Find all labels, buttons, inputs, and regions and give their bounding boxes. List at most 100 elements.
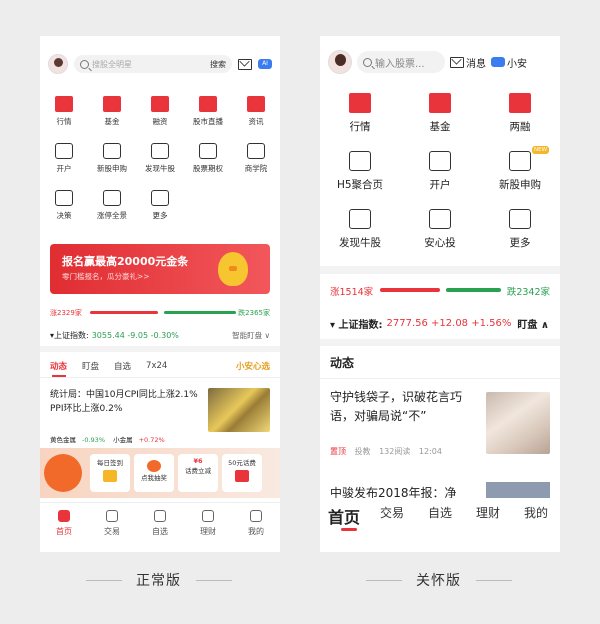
grid-item[interactable]: 发现牛股 xyxy=(136,139,184,186)
tab-dynamics[interactable]: 动态 xyxy=(50,360,67,377)
caption-rule xyxy=(86,580,122,581)
tab-wealth[interactable]: 理财 xyxy=(184,503,232,552)
grid-item[interactable]: 开户 xyxy=(400,146,480,204)
finance-icon xyxy=(151,96,169,112)
tab-label: 首页 xyxy=(327,508,360,527)
caption-rule xyxy=(196,580,232,581)
grid-item[interactable]: 商学院 xyxy=(232,139,280,186)
grid-item[interactable]: 基金 xyxy=(88,92,136,139)
h5-icon xyxy=(349,151,371,171)
tab-trade[interactable]: 交易 xyxy=(88,503,136,552)
smart-watch-toggle[interactable]: 智能盯盘 ∨ xyxy=(232,330,270,341)
ai-assistant-icon[interactable]: AI xyxy=(258,59,272,69)
search-button[interactable]: 搜索 xyxy=(210,59,226,70)
trade-icon xyxy=(106,510,118,522)
tab-label: 我的 xyxy=(523,506,548,520)
watch-toggle[interactable]: 盯盘 ∧ xyxy=(517,316,549,331)
care-version-screen: 输入股票... 消息 小安 行情 基金 两融 H5聚合页 开户 新股申购 NEW 发现牛股 安心… xyxy=(320,36,560,552)
news-item[interactable]: 统计局：中国10月CPI同比上涨2.1% PPI环比上涨0.2% 黄色金属 -0.… xyxy=(50,388,270,448)
discover-icon xyxy=(349,209,371,229)
tab-trade[interactable]: 交易 xyxy=(368,504,416,521)
grid-item[interactable]: 基金 xyxy=(400,88,480,146)
index-ticker[interactable]: ▾ 上证指数: 2777.56 +12.08 +1.56% 盯盘 ∧ xyxy=(320,308,560,346)
bill-coupon-card[interactable]: 50元话费 xyxy=(222,454,262,492)
mail-icon[interactable] xyxy=(238,58,252,70)
news-icon xyxy=(247,96,265,112)
avatar[interactable] xyxy=(328,50,352,74)
tab-picks[interactable]: 小安心选 xyxy=(236,360,270,372)
tab-label: 自选 xyxy=(152,527,168,536)
grid-item[interactable]: 资讯 xyxy=(232,92,280,139)
tab-watchlist[interactable]: 自选 xyxy=(416,504,464,521)
grid-item[interactable]: 更多 xyxy=(136,186,184,233)
open-account-icon xyxy=(429,151,451,171)
hands-image xyxy=(486,392,550,454)
grid-item-label: 商学院 xyxy=(244,164,268,173)
tab-7x24[interactable]: 7x24 xyxy=(146,361,167,371)
search-input[interactable]: 搜股全明星 搜索 xyxy=(74,55,232,73)
ipo-icon xyxy=(509,151,531,171)
lottery-card[interactable]: 点我抽奖 xyxy=(134,454,174,492)
tag-change: -0.93% xyxy=(82,436,105,444)
grid-item[interactable]: 安心投 xyxy=(400,204,480,262)
normal-caption: 正常版 xyxy=(136,573,181,589)
ipo-icon xyxy=(103,143,121,159)
grid-item[interactable]: 行情 xyxy=(40,92,88,139)
tab-watch[interactable]: 盯盘 xyxy=(82,360,99,372)
grid-item-label: 基金 xyxy=(104,117,120,126)
grid-item-label: 融资 xyxy=(152,117,168,126)
tab-wealth[interactable]: 理财 xyxy=(464,504,512,521)
grid-item[interactable]: 决策 xyxy=(40,186,88,233)
index-label: ▾上证指数: xyxy=(50,330,89,340)
avatar[interactable] xyxy=(48,54,68,74)
grid-item-label: 开户 xyxy=(56,164,72,173)
index-ticker[interactable]: ▾上证指数: 3055.44 -9.05 -0.30% 智能盯盘 ∨ xyxy=(40,324,280,352)
grid-item[interactable]: H5聚合页 xyxy=(320,146,400,204)
grid-item[interactable]: 更多 xyxy=(480,204,560,262)
grid-item[interactable]: 涨停全景 xyxy=(88,186,136,233)
tab-home[interactable]: 首页 xyxy=(320,504,368,531)
grid-item[interactable]: 开户 xyxy=(40,139,88,186)
tab-watchlist[interactable]: 自选 xyxy=(114,360,131,372)
news-tags: 黄色金属 -0.93% 小金属 +0.72% xyxy=(50,434,171,444)
tab-me[interactable]: 我的 xyxy=(232,503,280,552)
academy-icon xyxy=(247,143,265,159)
assistant-label: 小安 xyxy=(507,58,527,70)
grid-item[interactable]: 发现牛股 xyxy=(320,204,400,262)
index-value: 2777.56 +12.08 +1.56% xyxy=(386,318,512,329)
tab-label: 自选 xyxy=(427,506,452,520)
decliners-count: 跌2365家 xyxy=(238,309,270,317)
chick-mascot-icon xyxy=(218,252,248,286)
grid-item[interactable]: 行情 xyxy=(320,88,400,146)
assistant-button[interactable]: 小安 xyxy=(491,55,527,70)
bill-amount: ¥6 xyxy=(193,457,203,465)
promo-banner[interactable]: 报名赢最高20000元金条 零门槛报名，瓜分豪礼>> xyxy=(50,244,270,294)
grid-item[interactable]: 新股申购 xyxy=(88,139,136,186)
grid-item-label: 发现牛股 xyxy=(145,164,175,173)
checkin-card[interactable]: 每日签到 xyxy=(90,454,130,492)
tab-watchlist[interactable]: 自选 xyxy=(136,503,184,552)
search-input[interactable]: 输入股票... xyxy=(357,51,445,73)
ai-assistant-icon xyxy=(491,57,505,67)
banner-title: 报名赢最高20000元金条 xyxy=(62,255,189,268)
market-icon xyxy=(55,96,73,112)
bill-label: 话费立减 xyxy=(185,467,211,475)
caption-rule xyxy=(366,580,402,581)
messages-button[interactable]: 消息 xyxy=(450,55,486,70)
normal-version-screen: 搜股全明星 搜索 AI 行情 基金 融资 股市直播 资讯开户 新股申购 发现牛股 股票期权 商学… xyxy=(40,36,280,552)
grid-item[interactable]: 新股申购 NEW xyxy=(480,146,560,204)
phone-bill-card[interactable]: ¥6 话费立减 xyxy=(178,454,218,492)
grid-item-label: 两融 xyxy=(509,121,531,133)
tab-home[interactable]: 首页 xyxy=(40,503,88,552)
grid-item[interactable]: 融资 xyxy=(136,92,184,139)
grid-item-label: 行情 xyxy=(56,117,72,126)
home-icon xyxy=(58,510,70,522)
divider xyxy=(320,378,560,379)
index-value: 3055.44 -9.05 -0.30% xyxy=(91,330,179,340)
grid-item[interactable]: 股市直播 xyxy=(184,92,232,139)
tab-me[interactable]: 我的 xyxy=(512,504,560,521)
pinned-tag: 置顶 xyxy=(330,447,346,456)
grid-item[interactable]: 股票期权 xyxy=(184,139,232,186)
grid-item[interactable]: 两融 xyxy=(480,88,560,146)
grid-item-label: 安心投 xyxy=(424,237,456,249)
